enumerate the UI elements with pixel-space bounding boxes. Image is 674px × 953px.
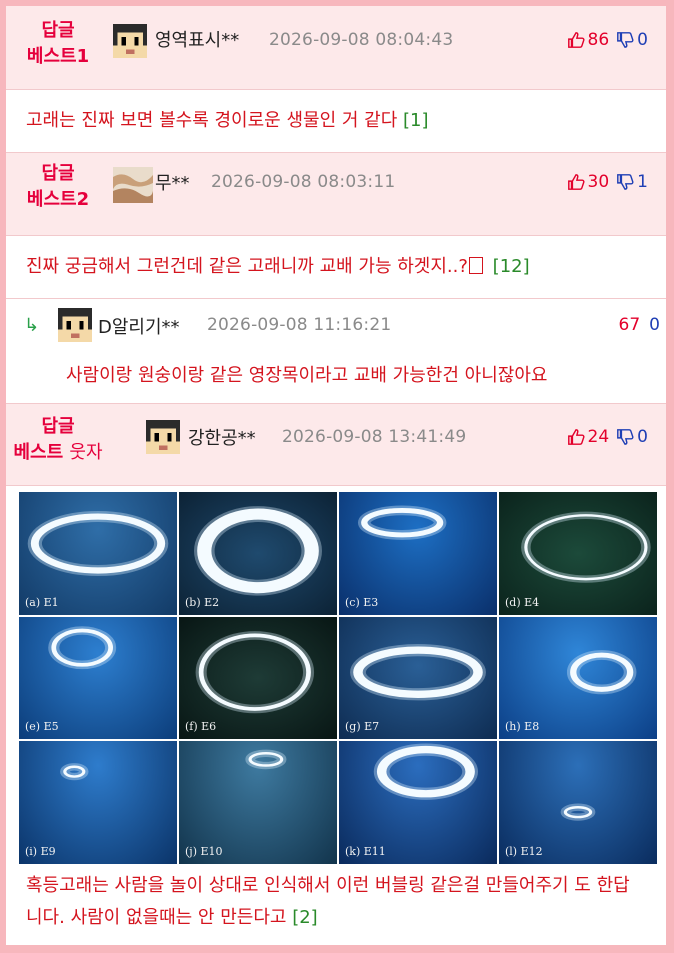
bubble-ring-photo: (h) E8 [499,616,657,740]
dislike-count: 1 [637,172,648,192]
badge-line1: 답글 [41,416,75,437]
best-badge: 답글 베스트2 [6,161,110,213]
bubble-ring [524,514,648,581]
vote-box: 24 0 [567,427,648,447]
comment-text: 고래는 진짜 보면 볼수록 경이로운 생물인 거 같다 [26,110,398,131]
panel-caption: (j) E10 [185,844,223,858]
like-count[interactable]: 67 [619,315,641,335]
thumbs-up-icon[interactable] [567,31,585,49]
best-badge: 답글 베스트 웃자 [6,414,110,466]
thumbs-down-icon[interactable] [616,428,634,446]
badge-suffix: 웃자 [69,442,103,463]
comment-body: 진짜 궁금해서 그런건데 같은 고래니까 교배 가능 하겟지..? [12] [6,236,666,298]
bubble-ring-photo: (g) E7 [339,616,497,740]
pixel-avatar-icon[interactable] [113,24,147,58]
comment-header: 답글 베스트1 영역표시** 2026-09-08 08:04:43 86 0 [6,6,666,90]
bubble-ring-photo: (e) E5 [19,616,177,740]
like-count: 30 [587,172,610,192]
panel-caption: (h) E8 [505,720,540,734]
panel-caption: (b) E2 [185,595,220,609]
comment-list: 답글 베스트1 영역표시** 2026-09-08 08:04:43 86 0 … [6,6,666,945]
thumbs-up-icon[interactable] [567,173,585,191]
pixel-avatar-icon[interactable] [58,308,92,342]
comment-header: 답글 베스트 웃자 강한공** 2026-09-08 13:41:49 24 0 [6,404,666,486]
panel-caption: (i) E9 [25,844,56,858]
bubble-ring-photo: (d) E4 [499,492,657,615]
pixel-avatar-icon[interactable] [146,420,180,454]
best-badge: 답글 베스트1 [6,18,110,70]
reference-link[interactable]: [12] [493,256,530,277]
panel-caption: (l) E12 [505,844,543,858]
like-count: 24 [587,427,610,447]
badge-line2: 베스트2 [26,189,90,210]
timestamp: 2026-09-08 11:16:21 [207,315,392,335]
comment-body: 혹등고래는 사람을 놀이 상대로 인식해서 이런 버블링 같은걸 만들어주기 도… [6,864,666,934]
panel-caption: (g) E7 [345,720,380,734]
reply-comment: ↳ D알리기** 2026-09-08 11:16:21 67 0 사람이랑 원… [6,299,666,403]
timestamp: 2026-09-08 13:41:49 [282,427,467,447]
vote-box: 67 0 [619,315,660,335]
panel-caption: (c) E3 [345,595,379,609]
comment-body: 고래는 진짜 보면 볼수록 경이로운 생물인 거 같다 [1] [6,90,666,152]
panel-caption: (f) E6 [185,720,217,734]
bubble-ring-photo: (f) E6 [179,616,337,740]
bubble-ring [570,652,634,692]
bubble-ring-photo: (l) E12 [499,741,657,864]
bubble-ring [30,513,166,574]
thumbs-down-icon[interactable] [616,31,634,49]
nickname[interactable]: 강한공** [188,424,256,450]
thumbs-up-icon[interactable] [567,428,585,446]
bubble-ring [51,628,114,667]
reference-link[interactable]: [1] [403,110,429,131]
bubble-ring-photo: (j) E10 [179,741,337,864]
bubble-ring-photo: (b) E2 [179,492,337,615]
bubble-ring [198,633,311,711]
bubble-ring-photo: (k) E11 [339,741,497,864]
badge-line2: 베스트1 [26,46,90,67]
bubble-ring-image-grid[interactable]: (a) E1 (b) E2 (c) E3 (d) E4 (e) E5 (f) E6 (g) … [19,492,657,864]
vote-box: 86 0 [567,30,648,50]
reference-link[interactable]: [2] [292,907,318,928]
timestamp: 2026-09-08 08:03:11 [211,172,396,192]
bubble-ring [376,746,475,798]
bubble-ring [197,508,319,594]
bubble-ring-photo: (a) E1 [19,492,177,615]
like-count: 86 [587,30,610,50]
photo-avatar-icon[interactable] [113,167,153,203]
comment-text: 진짜 궁금해서 그런건데 같은 고래니까 교배 가능 하겟지..? [26,256,468,277]
missing-glyph-icon [468,257,483,274]
badge-line2: 베스트 [13,442,64,463]
comment-header: 답글 베스트2 무** 2026-09-08 08:03:11 30 1 [6,153,666,236]
dislike-count[interactable]: 0 [649,315,660,335]
dislike-count: 0 [637,30,648,50]
nickname[interactable]: D알리기** [98,313,180,339]
nickname[interactable]: 무** [155,169,190,195]
thumbs-down-icon[interactable] [616,173,634,191]
panel-caption: (a) E1 [25,595,59,609]
timestamp: 2026-09-08 08:04:43 [269,30,454,50]
reply-text: 사람이랑 원숭이랑 같은 영장목이라고 교배 가능한건 아니잖아요 [66,365,548,386]
reply-arrow-icon: ↳ [24,315,40,336]
bubble-ring [353,646,483,698]
vote-box: 30 1 [567,172,648,192]
dislike-count: 0 [637,427,648,447]
bubble-ring-photo: (c) E3 [339,492,497,615]
badge-line1: 답글 [41,163,75,184]
panel-caption: (e) E5 [25,720,59,734]
bubble-ring-photo: (i) E9 [19,741,177,864]
nickname[interactable]: 영역표시** [155,26,239,52]
panel-caption: (d) E4 [505,595,540,609]
badge-line1: 답글 [41,20,75,41]
comment-text: 혹등고래는 사람을 놀이 상대로 인식해서 이런 버블링 같은걸 만들어주기 도… [26,875,630,928]
panel-caption: (k) E11 [345,844,386,858]
